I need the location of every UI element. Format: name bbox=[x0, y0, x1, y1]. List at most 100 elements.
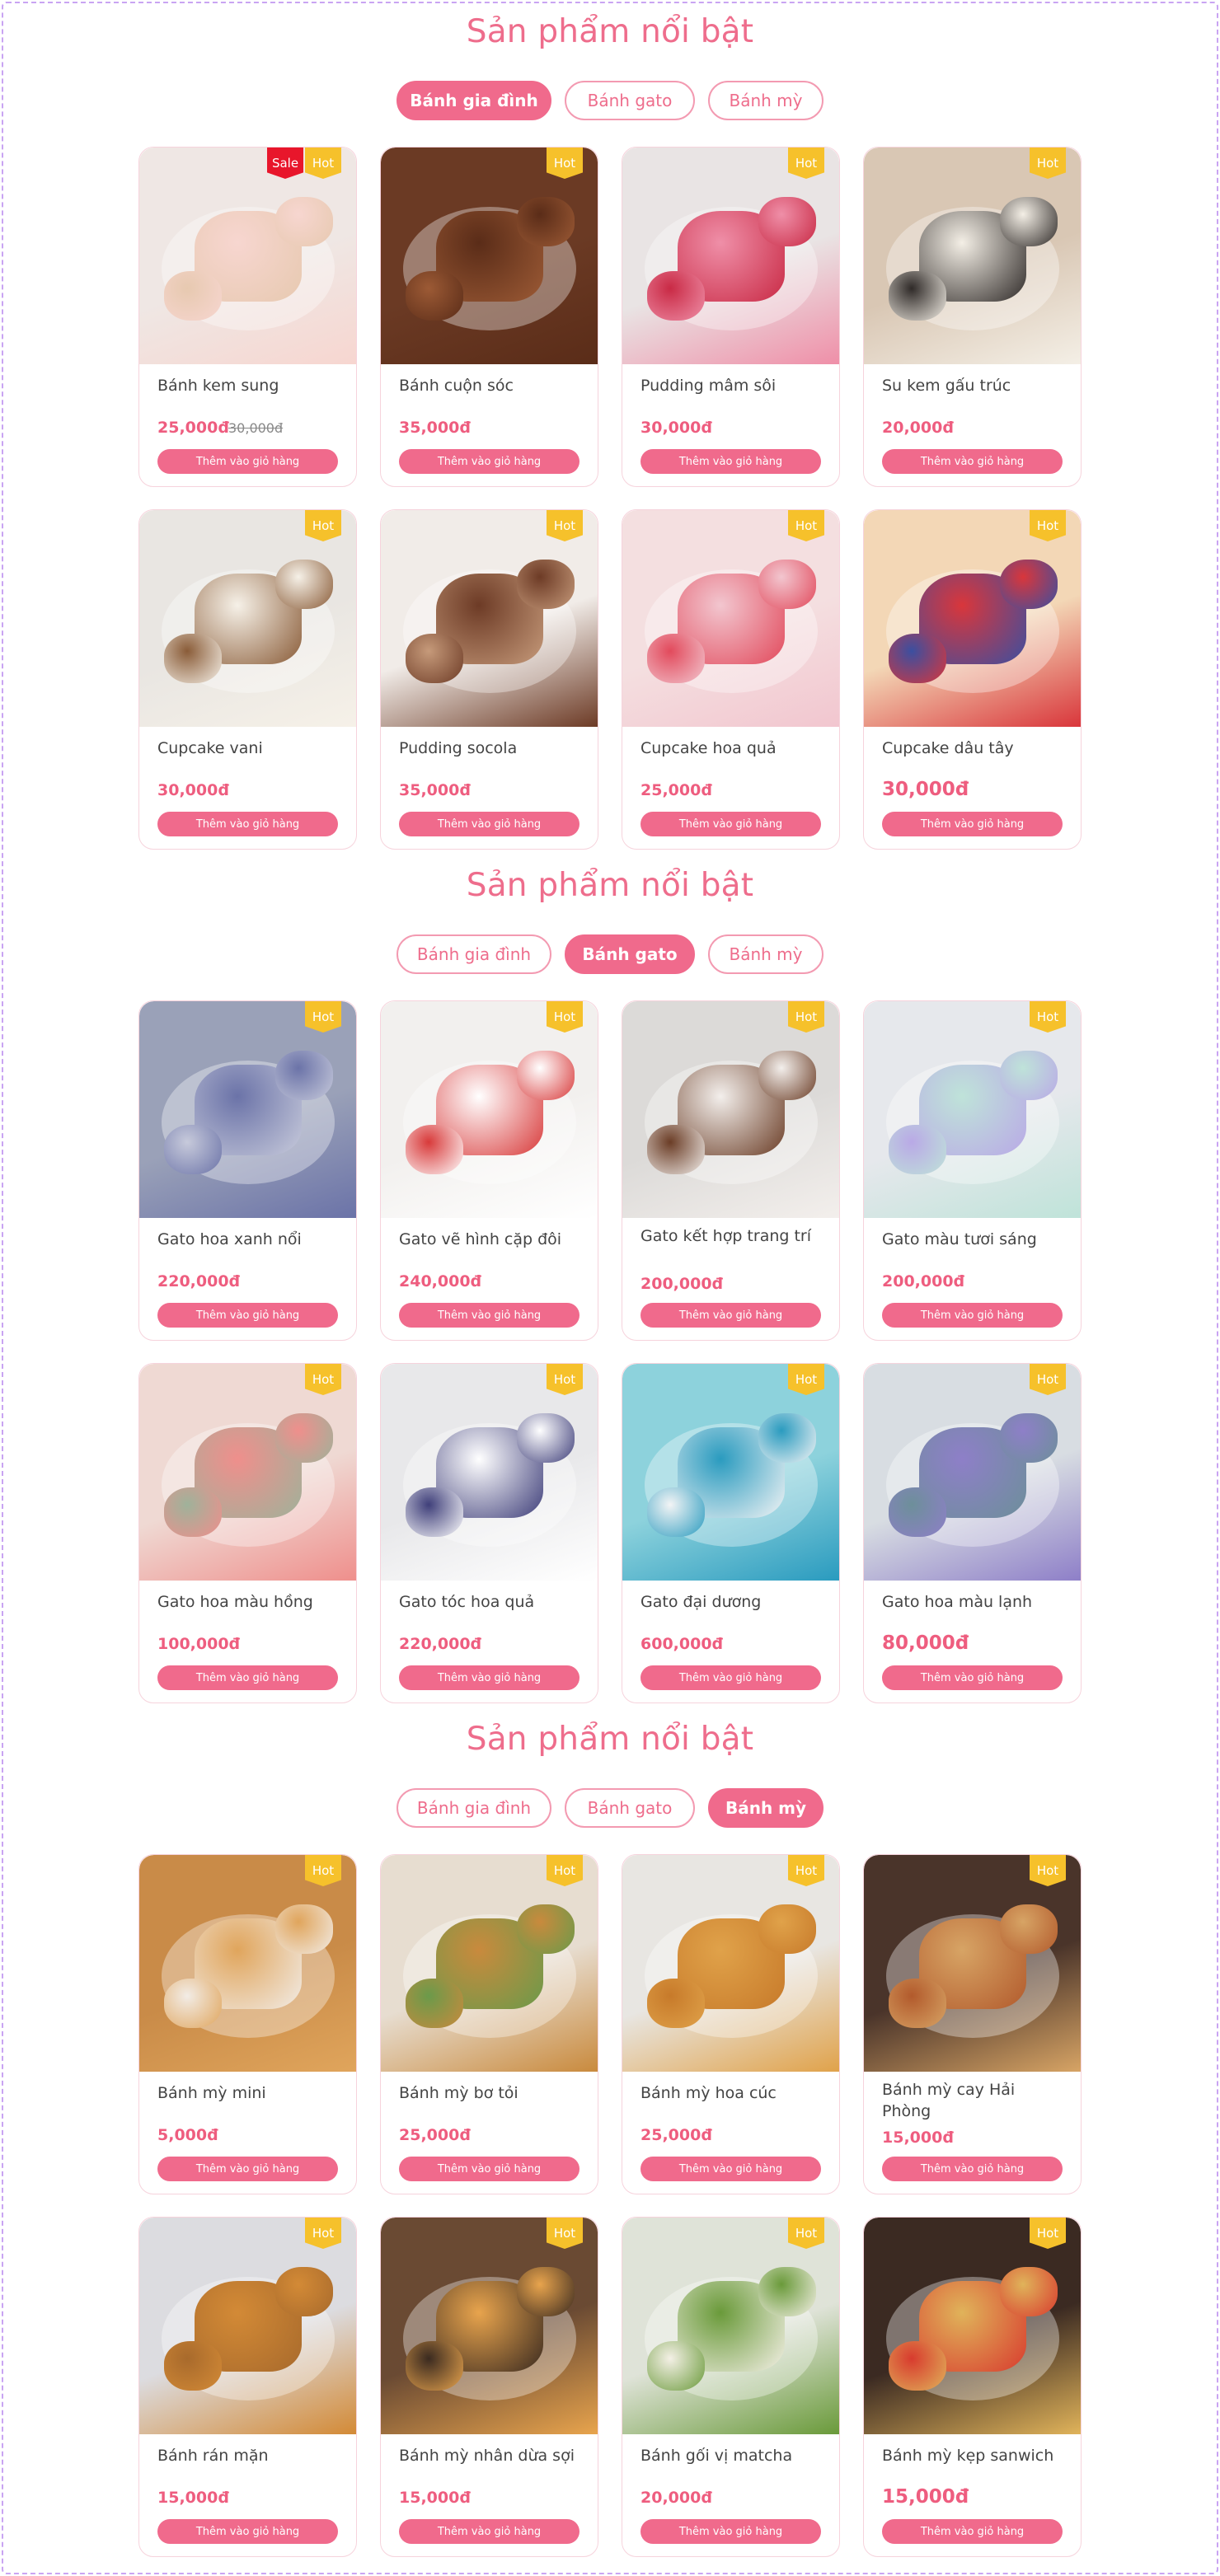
add-to-cart-button[interactable]: Thêm vào giỏ hàng bbox=[157, 2519, 338, 2544]
product-card[interactable]: Hot Gato kết hợp trang trí 200,000đ Thêm và… bbox=[622, 1000, 840, 1341]
add-to-cart-button[interactable]: Thêm vào giỏ hàng bbox=[157, 812, 338, 836]
category-tab[interactable]: Bánh gia đình bbox=[396, 934, 551, 974]
add-to-cart-button[interactable]: Thêm vào giỏ hàng bbox=[882, 812, 1063, 836]
product-name[interactable]: Gato vẽ hình cặp đôi bbox=[399, 1229, 584, 1250]
add-to-cart-button[interactable]: Thêm vào giỏ hàng bbox=[640, 2157, 821, 2181]
product-name[interactable]: Bánh mỳ kẹp sanwich bbox=[882, 2445, 1068, 2466]
product-card[interactable]: Hot Bánh mỳ hoa cúc 25,000đ Thêm vào giỏ hà… bbox=[622, 1854, 840, 2194]
product-card[interactable]: Hot Gato tóc hoa quả 220,000đ Thêm vào giỏ … bbox=[380, 1363, 598, 1703]
product-image[interactable]: Hot bbox=[381, 148, 598, 364]
add-to-cart-button[interactable]: Thêm vào giỏ hàng bbox=[399, 2519, 580, 2544]
category-tab[interactable]: Bánh mỳ bbox=[708, 81, 824, 120]
product-name[interactable]: Gato đại dương bbox=[640, 1591, 826, 1613]
product-name[interactable]: Gato hoa màu hồng bbox=[157, 1591, 343, 1613]
product-image[interactable]: Hot bbox=[864, 148, 1081, 364]
product-image[interactable]: Sale Hot bbox=[139, 148, 356, 364]
product-card[interactable]: Hot Bánh gối vị matcha 20,000đ Thêm vào giỏ… bbox=[622, 2217, 840, 2557]
product-card[interactable]: Hot Pudding socola 35,000đ Thêm vào giỏ hàn… bbox=[380, 509, 598, 850]
add-to-cart-button[interactable]: Thêm vào giỏ hàng bbox=[157, 2157, 338, 2181]
product-card[interactable]: Hot Cupcake hoa quả 25,000đ Thêm vào giỏ hà… bbox=[622, 509, 840, 850]
category-tab[interactable]: Bánh gato bbox=[565, 934, 695, 974]
add-to-cart-button[interactable]: Thêm vào giỏ hàng bbox=[640, 1665, 821, 1690]
product-name[interactable]: Cupcake dâu tây bbox=[882, 738, 1068, 759]
category-tab[interactable]: Bánh mỳ bbox=[708, 1788, 824, 1828]
product-card[interactable]: Hot Gato hoa xanh nổi 220,000đ Thêm vào giỏ… bbox=[138, 1000, 357, 1341]
product-card[interactable]: Hot Cupcake dâu tây 30,000đ Thêm vào giỏ hà… bbox=[863, 509, 1082, 850]
category-tab[interactable]: Bánh gato bbox=[565, 81, 695, 120]
add-to-cart-button[interactable]: Thêm vào giỏ hàng bbox=[640, 1303, 821, 1328]
product-image[interactable]: Hot bbox=[381, 1364, 598, 1581]
product-image[interactable]: Hot bbox=[139, 1001, 356, 1218]
add-to-cart-button[interactable]: Thêm vào giỏ hàng bbox=[399, 1303, 580, 1328]
add-to-cart-button[interactable]: Thêm vào giỏ hàng bbox=[157, 449, 338, 474]
product-image[interactable]: Hot bbox=[381, 1001, 598, 1218]
product-image[interactable]: Hot bbox=[864, 510, 1081, 727]
product-image[interactable]: Hot bbox=[622, 2218, 839, 2434]
product-card[interactable]: Hot Bánh mỳ bơ tỏi 25,000đ Thêm vào giỏ hàn… bbox=[380, 1854, 598, 2194]
product-card[interactable]: Hot Gato hoa màu lạnh 80,000đ Thêm vào giỏ … bbox=[863, 1363, 1082, 1703]
add-to-cart-button[interactable]: Thêm vào giỏ hàng bbox=[882, 1665, 1063, 1690]
product-image[interactable]: Hot bbox=[139, 2218, 356, 2434]
product-image[interactable]: Hot bbox=[139, 510, 356, 727]
product-card[interactable]: Hot Bánh mỳ kẹp sanwich 15,000đ Thêm vào gi… bbox=[863, 2217, 1082, 2557]
product-image[interactable]: Hot bbox=[139, 1855, 356, 2072]
product-image[interactable]: Hot bbox=[622, 1364, 839, 1581]
product-name[interactable]: Cupcake hoa quả bbox=[640, 738, 826, 759]
category-tab[interactable]: Bánh mỳ bbox=[708, 934, 824, 974]
add-to-cart-button[interactable]: Thêm vào giỏ hàng bbox=[882, 1303, 1063, 1328]
add-to-cart-button[interactable]: Thêm vào giỏ hàng bbox=[157, 1303, 338, 1328]
category-tab[interactable]: Bánh gato bbox=[565, 1788, 695, 1828]
product-card[interactable]: Hot Gato hoa màu hồng 100,000đ Thêm vào giỏ… bbox=[138, 1363, 357, 1703]
product-image[interactable]: Hot bbox=[622, 148, 839, 364]
product-image[interactable]: Hot bbox=[864, 1001, 1081, 1218]
product-card[interactable]: Hot Cupcake vani 30,000đ Thêm vào giỏ hàng bbox=[138, 509, 357, 850]
add-to-cart-button[interactable]: Thêm vào giỏ hàng bbox=[640, 812, 821, 836]
product-image[interactable]: Hot bbox=[622, 1001, 839, 1218]
product-card[interactable]: Hot Gato vẽ hình cặp đôi 240,000đ Thêm vào … bbox=[380, 1000, 598, 1341]
product-name[interactable]: Gato hoa màu lạnh bbox=[882, 1591, 1068, 1613]
add-to-cart-button[interactable]: Thêm vào giỏ hàng bbox=[640, 449, 821, 474]
product-name[interactable]: Su kem gấu trúc bbox=[882, 375, 1068, 396]
category-tab[interactable]: Bánh gia đình bbox=[396, 81, 551, 120]
product-card[interactable]: Hot Bánh mỳ nhân dừa sợi 15,000đ Thêm vào g… bbox=[380, 2217, 598, 2557]
product-name[interactable]: Gato tóc hoa quả bbox=[399, 1591, 584, 1613]
add-to-cart-button[interactable]: Thêm vào giỏ hàng bbox=[640, 2519, 821, 2544]
product-name[interactable]: Bánh mỳ bơ tỏi bbox=[399, 2082, 584, 2104]
category-tab[interactable]: Bánh gia đình bbox=[396, 1788, 551, 1828]
product-name[interactable]: Bánh gối vị matcha bbox=[640, 2445, 826, 2466]
product-image[interactable]: Hot bbox=[864, 1855, 1081, 2072]
product-image[interactable]: Hot bbox=[381, 1855, 598, 2072]
product-image[interactable]: Hot bbox=[381, 510, 598, 727]
product-card[interactable]: Hot Gato đại dương 600,000đ Thêm vào giỏ hà… bbox=[622, 1363, 840, 1703]
product-card[interactable]: Hot Bánh mỳ mini 5,000đ Thêm vào giỏ hàng bbox=[138, 1854, 357, 2194]
product-image[interactable]: Hot bbox=[622, 1855, 839, 2072]
product-name[interactable]: Bánh kem sung bbox=[157, 375, 343, 396]
add-to-cart-button[interactable]: Thêm vào giỏ hàng bbox=[399, 1665, 580, 1690]
add-to-cart-button[interactable]: Thêm vào giỏ hàng bbox=[882, 2519, 1063, 2544]
product-name[interactable]: Bánh mỳ hoa cúc bbox=[640, 2082, 826, 2104]
add-to-cart-button[interactable]: Thêm vào giỏ hàng bbox=[882, 2157, 1063, 2181]
product-card[interactable]: Hot Pudding mâm sôi 30,000đ Thêm vào giỏ hà… bbox=[622, 147, 840, 487]
product-name[interactable]: Gato kết hợp trang trí bbox=[640, 1225, 826, 1247]
add-to-cart-button[interactable]: Thêm vào giỏ hàng bbox=[399, 812, 580, 836]
product-image[interactable]: Hot bbox=[381, 2218, 598, 2434]
add-to-cart-button[interactable]: Thêm vào giỏ hàng bbox=[399, 449, 580, 474]
product-image[interactable]: Hot bbox=[864, 2218, 1081, 2434]
add-to-cart-button[interactable]: Thêm vào giỏ hàng bbox=[157, 1665, 338, 1690]
product-image[interactable]: Hot bbox=[622, 510, 839, 727]
product-card[interactable]: Hot Bánh rán mặn 15,000đ Thêm vào giỏ hàng bbox=[138, 2217, 357, 2557]
product-card[interactable]: Sale Hot Bánh kem sung 25,000đ 30,000đ Thêm v… bbox=[138, 147, 357, 487]
product-name[interactable]: Bánh rán mặn bbox=[157, 2445, 343, 2466]
add-to-cart-button[interactable]: Thêm vào giỏ hàng bbox=[882, 449, 1063, 474]
product-name[interactable]: Pudding socola bbox=[399, 738, 584, 759]
product-name[interactable]: Bánh mỳ cay Hải Phòng bbox=[882, 2079, 1068, 2122]
product-card[interactable]: Hot Bánh cuộn sóc 35,000đ Thêm vào giỏ hàng bbox=[380, 147, 598, 487]
product-card[interactable]: Hot Gato màu tươi sáng 200,000đ Thêm vào gi… bbox=[863, 1000, 1082, 1341]
product-card[interactable]: Hot Bánh mỳ cay Hải Phòng 15,000đ Thêm vào … bbox=[863, 1854, 1082, 2194]
product-image[interactable]: Hot bbox=[864, 1364, 1081, 1581]
product-image[interactable]: Hot bbox=[139, 1364, 356, 1581]
product-name[interactable]: Pudding mâm sôi bbox=[640, 375, 826, 396]
product-name[interactable]: Bánh mỳ nhân dừa sợi bbox=[399, 2445, 584, 2466]
product-name[interactable]: Bánh mỳ mini bbox=[157, 2082, 343, 2104]
add-to-cart-button[interactable]: Thêm vào giỏ hàng bbox=[399, 2157, 580, 2181]
